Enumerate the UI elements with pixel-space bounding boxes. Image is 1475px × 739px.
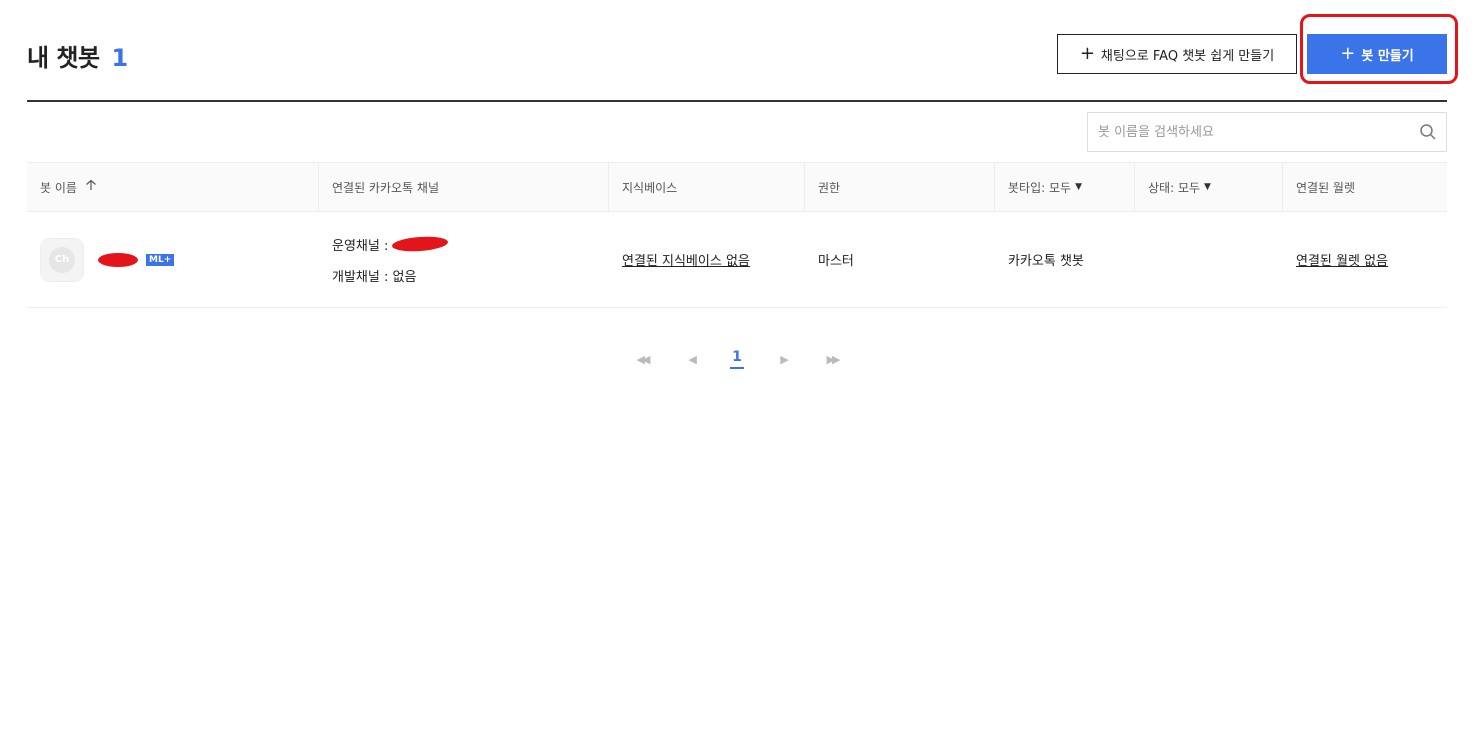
last-page-icon[interactable]: ▶▶ [822,353,842,366]
column-header-channel: 연결된 카카오톡 채널 [319,163,609,211]
bot-type-cell: 카카오톡 챗봇 [995,212,1135,307]
column-label: 봇 이름 [40,180,77,195]
search-box [1087,112,1447,152]
create-faq-bot-label: 채팅으로 FAQ 챗봇 쉽게 만들기 [1100,48,1275,64]
bot-type-filter-dropdown[interactable]: 봇타입: 모두 ▼ [995,163,1135,211]
header-divider [27,100,1447,102]
column-label: 봇타입: 모두 [1008,180,1072,195]
next-page-icon[interactable]: ▶ [773,353,793,366]
plus-icon: + [1340,43,1356,64]
knowledge-link[interactable]: 연결된 지식베이스 없음 [622,250,750,269]
bot-table: 봇 이름 연결된 카카오톡 채널 지식베이스 권한 봇타입: 모두 ▼ 상태: … [27,162,1447,308]
ml-plus-badge: ML+ [146,253,175,266]
bot-count: 1 [111,44,128,72]
wallet-cell: 연결된 월렛 없음 [1283,212,1447,307]
status-filter-dropdown[interactable]: 상태: 모두 ▼ [1135,163,1283,211]
wallet-link[interactable]: 연결된 월렛 없음 [1296,250,1388,269]
sort-ascending-icon[interactable] [85,179,97,195]
permission-text: 마스터 [818,254,854,269]
page-title-text: 내 챗봇 [27,44,100,72]
channel-cell: 운영채널 : 개발채널 : 없음 [319,212,609,307]
table-row[interactable]: Ch ML+ 운영채널 : 개발채널 : 없음 연결된 지식베이스 없음 마스터 [27,212,1447,308]
column-label: 연결된 카카오톡 채널 [332,180,439,195]
table-header: 봇 이름 연결된 카카오톡 채널 지식베이스 권한 봇타입: 모두 ▼ 상태: … [27,162,1447,212]
search-icon[interactable] [1410,113,1446,151]
column-header-wallet: 연결된 월렛 [1283,163,1447,211]
table-body: Ch ML+ 운영채널 : 개발채널 : 없음 연결된 지식베이스 없음 마스터 [27,212,1447,308]
dev-channel-text: 개발채널 : 없음 [332,269,417,285]
caret-down-icon: ▼ [1204,182,1211,192]
column-label: 연결된 월렛 [1296,180,1356,195]
redacted-channel-name [391,235,449,253]
create-bot-label: 봇 만들기 [1361,48,1414,64]
search-input[interactable] [1088,113,1410,151]
column-header-bot-name[interactable]: 봇 이름 [27,163,319,211]
bot-name-cell[interactable]: Ch ML+ [27,212,319,307]
bot-avatar: Ch [40,237,84,282]
column-header-knowledge: 지식베이스 [609,163,805,211]
caret-down-icon: ▼ [1075,182,1082,192]
ops-channel-line: 운영채널 : [332,235,449,254]
channel-logo-icon: Ch [49,246,75,273]
first-page-icon[interactable]: ◀◀ [632,353,652,366]
plus-icon: + [1079,43,1095,64]
create-faq-bot-button[interactable]: + 채팅으로 FAQ 챗봇 쉽게 만들기 [1057,34,1297,74]
pagination: ◀◀ ◀ 1 ▶ ▶▶ [632,346,842,372]
status-cell [1135,212,1283,307]
knowledge-cell: 연결된 지식베이스 없음 [609,212,805,307]
column-label: 지식베이스 [622,180,678,195]
prev-page-icon[interactable]: ◀ [681,353,701,366]
page-title: 내 챗봇 1 [27,38,128,73]
column-label: 상태: 모두 [1148,180,1201,195]
create-bot-button[interactable]: + 봇 만들기 [1307,34,1447,74]
redacted-bot-name [98,252,138,267]
page-header: 내 챗봇 1 + 채팅으로 FAQ 챗봇 쉽게 만들기 + 봇 만들기 [27,14,1458,88]
ops-channel-label: 운영채널 : [332,238,389,254]
dev-channel-line: 개발채널 : 없음 [332,266,416,285]
permission-cell: 마스터 [805,212,995,307]
bot-type-text: 카카오톡 챗봇 [1008,254,1084,269]
page-number-current[interactable]: 1 [730,349,744,369]
column-header-permission: 권한 [805,163,995,211]
column-label: 권한 [818,180,841,195]
